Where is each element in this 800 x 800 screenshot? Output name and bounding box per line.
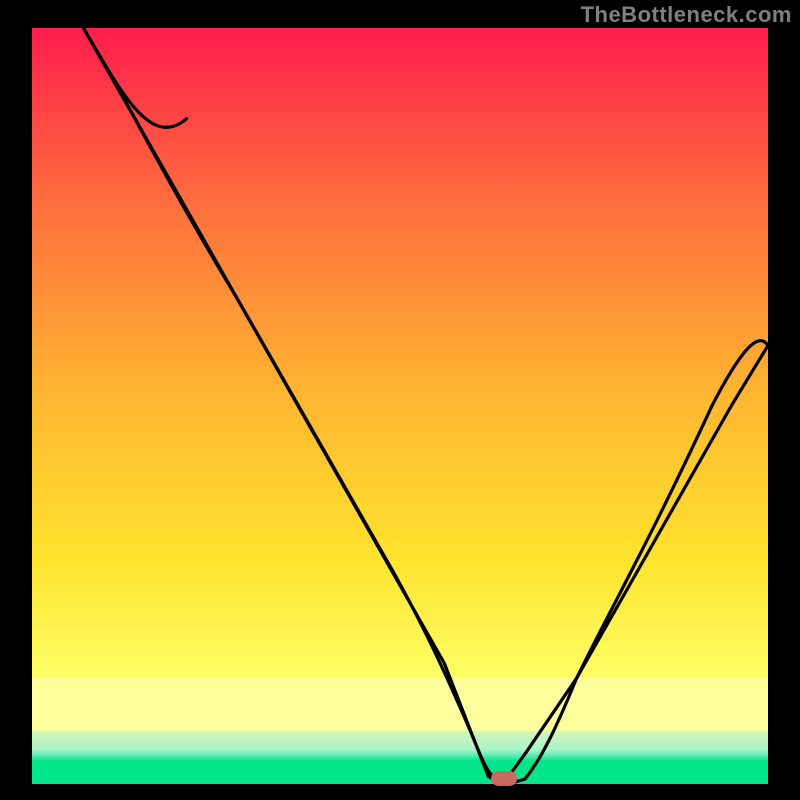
bottleneck-chart bbox=[0, 0, 800, 800]
chart-background bbox=[32, 28, 768, 784]
optimal-point-marker bbox=[491, 771, 517, 786]
attribution-label: TheBottleneck.com bbox=[581, 2, 792, 28]
